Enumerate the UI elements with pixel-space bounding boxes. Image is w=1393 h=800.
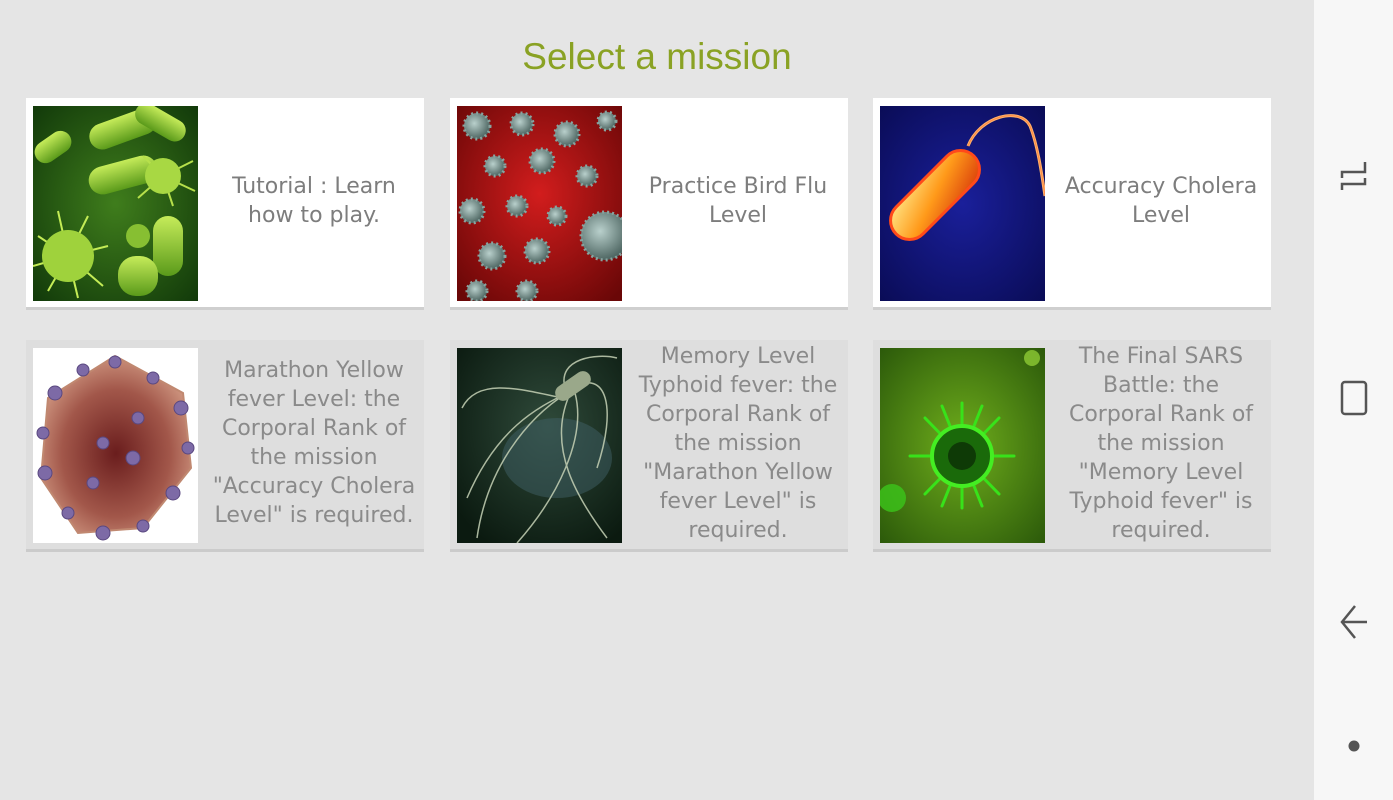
mission-label: Practice Bird Flu Level [648,174,828,228]
mission-label: The Final SARS Battle: the Corporal Rank… [1068,343,1254,543]
mission-card-cholera[interactable]: Accuracy Cholera Level [873,98,1271,310]
mission-card-sars[interactable]: The Final SARS Battle: the Corporal Rank… [873,340,1271,552]
mission-label: Tutorial : Learn how to play. [232,174,396,228]
home-icon[interactable] [1336,378,1372,418]
mission-label: Marathon Yellow fever Level: the Corpora… [212,358,416,528]
bird-flu-virus-image [457,106,622,301]
green-bacteria-image [33,106,198,301]
typhoid-bacterium-image [457,348,622,543]
mission-label: Memory Level Typhoid fever: the Corporal… [638,343,838,543]
mission-select-screen: Select a mission Tutorial: Learn how to… [0,0,1314,800]
system-navigation-bar [1314,0,1393,800]
mission-label: Accuracy Cholera Level [1064,174,1258,228]
recent-apps-icon[interactable] [1336,156,1372,196]
mission-card-bird-flu[interactable]: Practice Bird Flu Level [450,98,848,310]
assistant-dot-icon[interactable] [1336,726,1372,766]
cholera-bacterium-image [880,106,1045,301]
mission-card-tutorial[interactable]: Tutorial : Learn how to play. [26,98,424,310]
yellow-fever-virus-image [33,348,198,543]
page-title: Select a mission [522,36,792,77]
mission-card-typhoid[interactable]: Memory Level Typhoid fever: the Corporal… [450,340,848,552]
mission-card-yellow-fever[interactable]: Marathon Yellow fever Level: the Corpora… [26,340,424,552]
back-icon[interactable] [1336,602,1372,642]
sars-virus-image [880,348,1045,543]
